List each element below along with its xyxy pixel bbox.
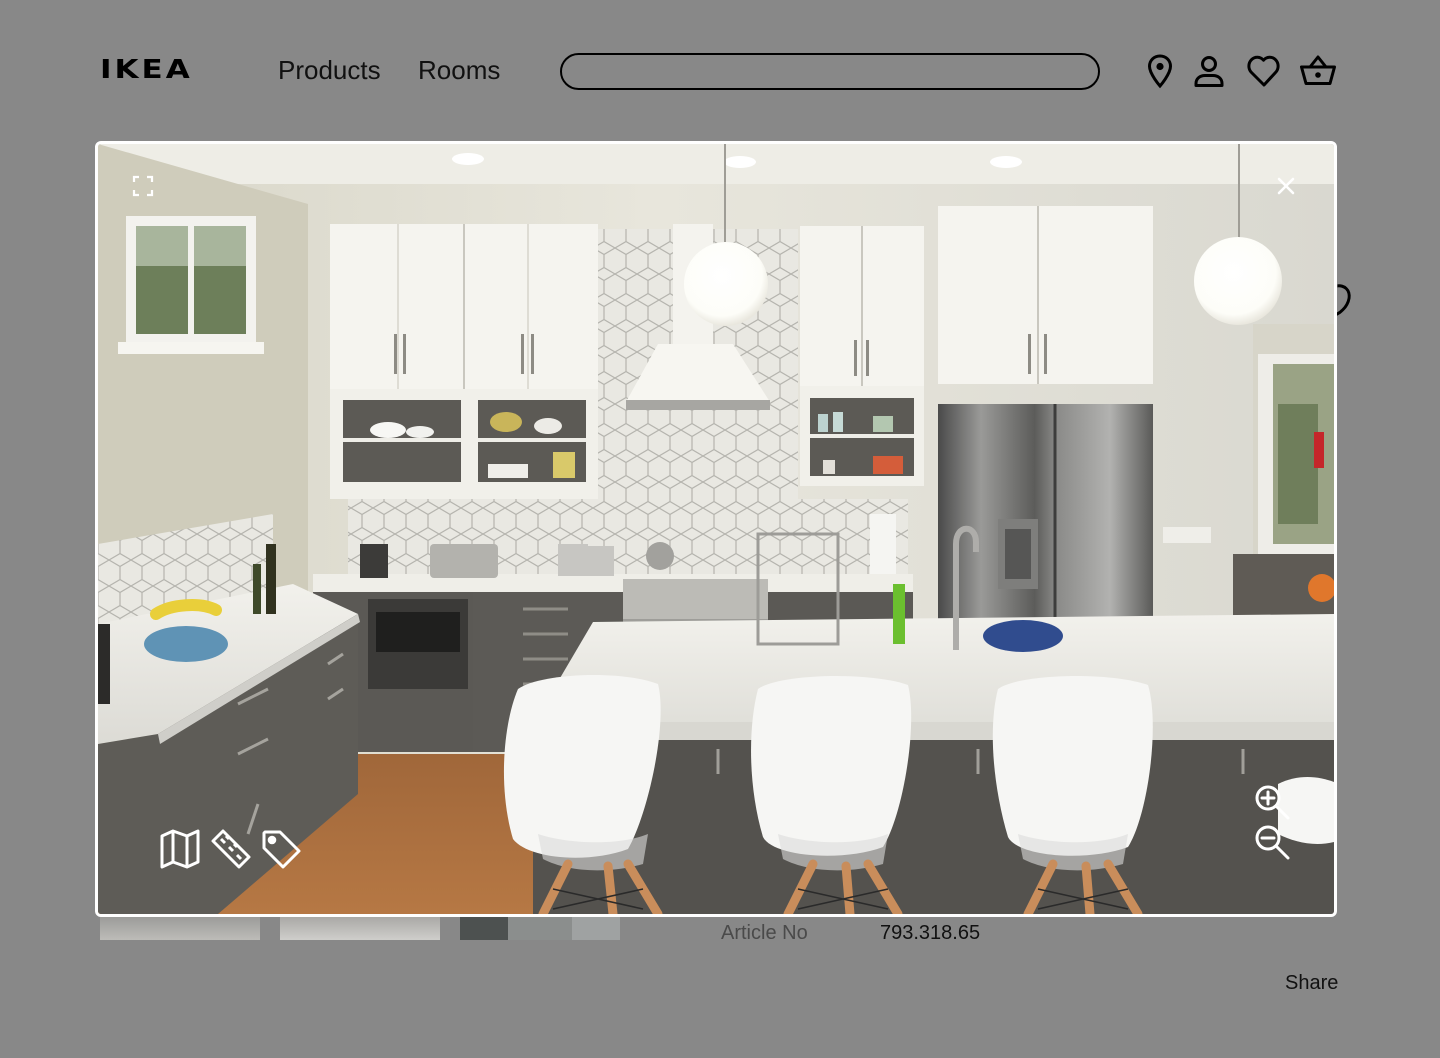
location-pin-icon[interactable] (1141, 52, 1179, 90)
zoom-out-icon[interactable] (1252, 822, 1292, 862)
nav-products[interactable]: Products (278, 54, 381, 86)
map-icon[interactable] (158, 827, 202, 871)
zoom-in-icon[interactable] (1252, 782, 1292, 822)
share-link[interactable]: Share (1285, 972, 1338, 995)
product-thumbnail[interactable] (100, 916, 260, 940)
kitchen-photo (98, 144, 1334, 914)
product-thumbnail[interactable] (460, 916, 620, 940)
tag-icon[interactable] (260, 828, 302, 870)
article-number-label: Article No (721, 922, 808, 944)
article-number-value: 793.318.65 (880, 922, 981, 944)
nav-rooms[interactable]: Rooms (418, 54, 500, 86)
ikea-logo[interactable]: IKEA (100, 57, 236, 82)
search-input[interactable] (560, 53, 1100, 90)
product-thumbnail[interactable] (280, 916, 440, 940)
expand-icon[interactable] (131, 174, 155, 198)
image-viewer-modal (95, 141, 1337, 917)
ruler-icon[interactable] (210, 828, 252, 870)
close-icon[interactable] (1273, 173, 1299, 199)
heart-icon[interactable] (1245, 52, 1283, 90)
basket-icon[interactable] (1299, 52, 1337, 90)
user-icon[interactable] (1190, 52, 1228, 90)
